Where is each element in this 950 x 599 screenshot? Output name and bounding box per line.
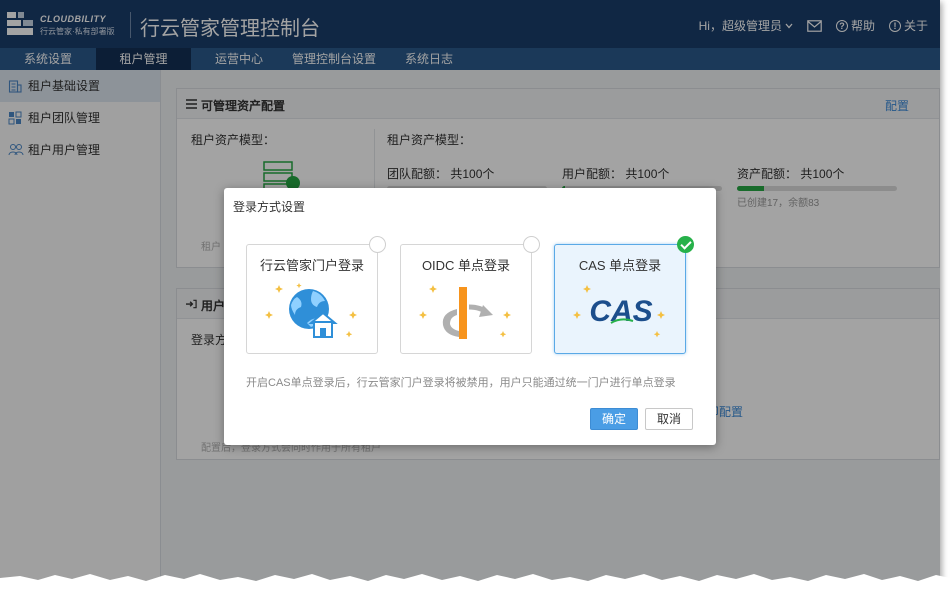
option-oidc-login[interactable]: OIDC 单点登录 <box>400 236 540 354</box>
option-label: CAS 单点登录 <box>578 258 662 273</box>
globe-home-icon <box>265 283 357 338</box>
radio-unchecked[interactable] <box>369 236 386 253</box>
option-cas-login[interactable]: CAS 单点登录 CAS <box>554 236 694 354</box>
cas-logo-text: CAS <box>589 295 652 328</box>
radio-unchecked[interactable] <box>523 236 540 253</box>
dialog-note: 开启CAS单点登录后，行云管家门户登录将被禁用，用户只能通过统一门户进行单点登录 <box>246 377 676 389</box>
option-label: OIDC 单点登录 <box>421 258 511 273</box>
torn-edge-decoration <box>0 574 950 599</box>
openid-icon <box>419 285 511 339</box>
option-portal-login[interactable]: 行云管家门户登录 <box>246 236 386 354</box>
dialog-title: 登录方式设置 <box>233 200 306 214</box>
cas-logo-icon: CAS <box>573 285 665 338</box>
console-window: CLOUDBILITY 行云管家·私有部署版 行云管家管理控制台 Hi，超级管理… <box>0 0 940 590</box>
option-label: 行云管家门户登录 <box>259 258 364 273</box>
radio-checked[interactable] <box>677 236 694 253</box>
confirm-button[interactable]: 确定 <box>590 408 638 430</box>
cancel-button[interactable]: 取消 <box>645 408 693 430</box>
login-method-dialog: 登录方式设置 行云管家门户登录 OIDC 单点登录 CAS 单点登录 CAS 开… <box>224 188 716 445</box>
